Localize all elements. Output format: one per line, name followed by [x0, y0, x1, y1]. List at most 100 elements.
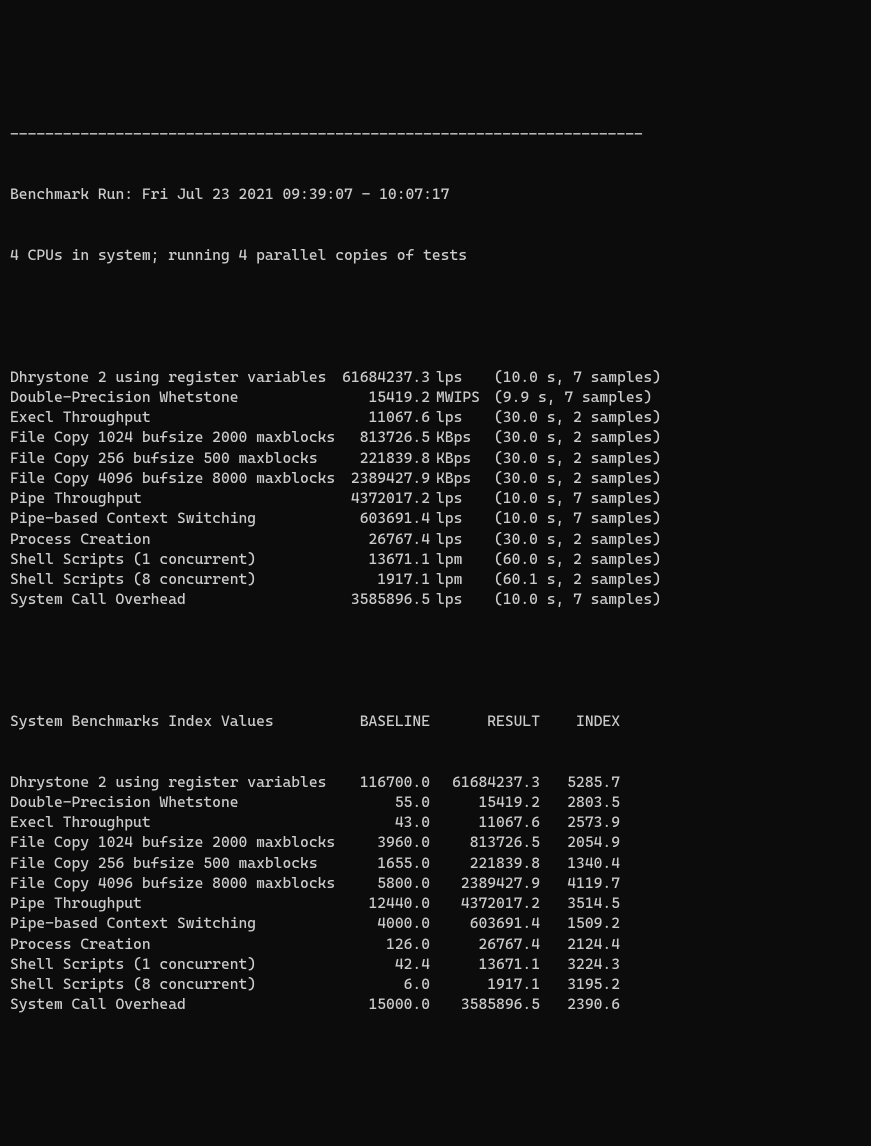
index-test-name: Shell Scripts (8 concurrent) — [10, 974, 340, 994]
index-row: Shell Scripts (8 concurrent)6.01917.1319… — [10, 974, 861, 994]
index-test-name: Execl Throughput — [10, 812, 340, 832]
baseline-value: 55.0 — [340, 792, 430, 812]
index-test-name: Shell Scripts (1 concurrent) — [10, 954, 340, 974]
test-unit: lps — [430, 488, 480, 508]
test-name: Dhrystone 2 using register variables — [10, 367, 340, 387]
index-row: File Copy 4096 bufsize 8000 maxblocks580… — [10, 873, 861, 893]
index-value: 3195.2 — [540, 974, 620, 994]
test-unit: KBps — [430, 468, 480, 488]
results-table: Dhrystone 2 using register variables6168… — [10, 367, 861, 610]
baseline-value: 12440.0 — [340, 893, 430, 913]
result-value: 603691.4 — [430, 913, 540, 933]
index-row: System Call Overhead15000.03585896.52390… — [10, 994, 861, 1014]
test-name: File Copy 4096 bufsize 8000 maxblocks — [10, 468, 340, 488]
test-sample: (30.0 s, 2 samples) — [480, 407, 661, 427]
index-value: 2573.9 — [540, 812, 620, 832]
result-row: Double-Precision Whetstone15419.2MWIPS(9… — [10, 387, 861, 407]
test-unit: KBps — [430, 448, 480, 468]
test-sample: (9.9 s, 7 samples) — [480, 387, 652, 407]
test-sample: (30.0 s, 2 samples) — [480, 427, 661, 447]
index-row: Dhrystone 2 using register variables1167… — [10, 772, 861, 792]
test-value: 221839.8 — [340, 448, 430, 468]
index-test-name: File Copy 4096 bufsize 8000 maxblocks — [10, 873, 340, 893]
system-info-header: 4 CPUs in system; running 4 parallel cop… — [10, 245, 861, 265]
index-value: 4119.7 — [540, 873, 620, 893]
index-row: Shell Scripts (1 concurrent)42.413671.13… — [10, 954, 861, 974]
test-value: 61684237.3 — [340, 367, 430, 387]
test-sample: (30.0 s, 2 samples) — [480, 448, 661, 468]
test-name: Pipe-based Context Switching — [10, 508, 340, 528]
test-sample: (60.0 s, 2 samples) — [480, 549, 661, 569]
result-row: File Copy 1024 bufsize 2000 maxblocks813… — [10, 427, 861, 447]
test-unit: lps — [430, 508, 480, 528]
index-value: 1340.4 — [540, 853, 620, 873]
index-row: Double-Precision Whetstone55.015419.2280… — [10, 792, 861, 812]
index-title: System Benchmarks Index Values — [10, 711, 340, 731]
result-value: 221839.8 — [430, 853, 540, 873]
index-header-row: System Benchmarks Index ValuesBASELINERE… — [10, 711, 861, 731]
result-row: File Copy 256 bufsize 500 maxblocks22183… — [10, 448, 861, 468]
test-value: 15419.2 — [340, 387, 430, 407]
result-value: 813726.5 — [430, 832, 540, 852]
baseline-header: BASELINE — [340, 711, 430, 731]
test-unit: lps — [430, 407, 480, 427]
index-test-name: System Call Overhead — [10, 994, 340, 1014]
index-row: File Copy 1024 bufsize 2000 maxblocks396… — [10, 832, 861, 852]
baseline-value: 15000.0 — [340, 994, 430, 1014]
test-value: 1917.1 — [340, 569, 430, 589]
index-value: 2803.5 — [540, 792, 620, 812]
result-row: Pipe-based Context Switching603691.4lps(… — [10, 508, 861, 528]
index-value: 5285.7 — [540, 772, 620, 792]
baseline-value: 126.0 — [340, 934, 430, 954]
result-value: 61684237.3 — [430, 772, 540, 792]
test-unit: lpm — [430, 549, 480, 569]
baseline-value: 6.0 — [340, 974, 430, 994]
test-sample: (30.0 s, 2 samples) — [480, 468, 661, 488]
test-sample: (10.0 s, 7 samples) — [480, 367, 661, 387]
index-value: 2390.6 — [540, 994, 620, 1014]
test-sample: (60.1 s, 2 samples) — [480, 569, 661, 589]
test-value: 4372017.2 — [340, 488, 430, 508]
result-row: Pipe Throughput4372017.2lps(10.0 s, 7 sa… — [10, 488, 861, 508]
test-value: 603691.4 — [340, 508, 430, 528]
baseline-value: 3960.0 — [340, 832, 430, 852]
test-value: 26767.4 — [340, 529, 430, 549]
test-name: Process Creation — [10, 529, 340, 549]
test-value: 11067.6 — [340, 407, 430, 427]
test-name: Execl Throughput — [10, 407, 340, 427]
result-row: Shell Scripts (8 concurrent)1917.1lpm(60… — [10, 569, 861, 589]
separator-line: ----------------------------------------… — [10, 124, 861, 144]
test-name: System Call Overhead — [10, 589, 340, 609]
test-name: Double-Precision Whetstone — [10, 387, 340, 407]
result-value: 15419.2 — [430, 792, 540, 812]
result-value: 2389427.9 — [430, 873, 540, 893]
result-value: 1917.1 — [430, 974, 540, 994]
result-header: RESULT — [430, 711, 540, 731]
test-sample: (10.0 s, 7 samples) — [480, 508, 661, 528]
test-name: Shell Scripts (1 concurrent) — [10, 549, 340, 569]
test-unit: MWIPS — [430, 387, 480, 407]
index-row: Execl Throughput43.011067.62573.9 — [10, 812, 861, 832]
index-test-name: File Copy 1024 bufsize 2000 maxblocks — [10, 832, 340, 852]
result-row: Execl Throughput11067.6lps(30.0 s, 2 sam… — [10, 407, 861, 427]
result-row: Dhrystone 2 using register variables6168… — [10, 367, 861, 387]
test-value: 2389427.9 — [340, 468, 430, 488]
index-value: 3224.3 — [540, 954, 620, 974]
test-name: Shell Scripts (8 concurrent) — [10, 569, 340, 589]
baseline-value: 42.4 — [340, 954, 430, 974]
index-test-name: Double-Precision Whetstone — [10, 792, 340, 812]
index-row: Pipe Throughput12440.04372017.23514.5 — [10, 893, 861, 913]
index-value: 3514.5 — [540, 893, 620, 913]
result-row: File Copy 4096 bufsize 8000 maxblocks238… — [10, 468, 861, 488]
index-test-name: Pipe Throughput — [10, 893, 340, 913]
test-value: 813726.5 — [340, 427, 430, 447]
test-sample: (10.0 s, 7 samples) — [480, 589, 661, 609]
test-unit: lps — [430, 367, 480, 387]
test-unit: KBps — [430, 427, 480, 447]
test-name: File Copy 1024 bufsize 2000 maxblocks — [10, 427, 340, 447]
test-sample: (10.0 s, 7 samples) — [480, 488, 661, 508]
result-row: Shell Scripts (1 concurrent)13671.1lpm(6… — [10, 549, 861, 569]
index-value: 1509.2 — [540, 913, 620, 933]
result-value: 13671.1 — [430, 954, 540, 974]
baseline-value: 5800.0 — [340, 873, 430, 893]
